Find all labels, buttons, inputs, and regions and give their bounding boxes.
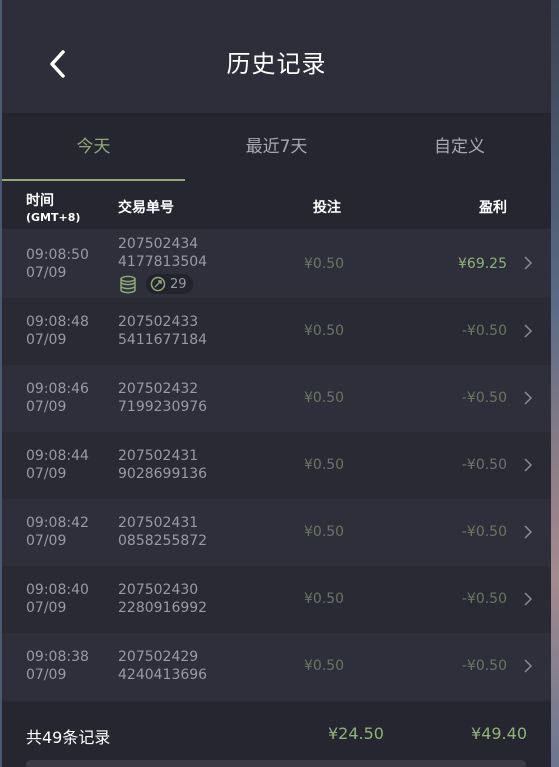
row-order-id: 207502431	[118, 448, 199, 464]
table-row[interactable]: 09:08:48 07/09 207502433 5411677184 ¥0.5…	[2, 298, 551, 365]
row-order-id-suffix: 5411677184	[118, 332, 208, 348]
total-profit: ¥49.40	[471, 724, 527, 743]
table-row[interactable]: 09:08:50 07/09 207502434 4177813504 29 ¥…	[2, 229, 551, 298]
row-time: 09:08:50	[26, 247, 89, 263]
row-order-id-suffix: 2280916992	[118, 600, 208, 616]
table-row[interactable]: 09:08:42 07/09 207502431 0858255872 ¥0.5…	[2, 499, 551, 566]
row-profit: ¥69.25	[458, 256, 507, 272]
row-order-id-suffix: 4177813504	[118, 254, 208, 270]
row-date: 07/09	[26, 533, 67, 549]
chevron-right-icon	[524, 592, 533, 606]
column-header-timezone: (GMT+8)	[26, 211, 81, 224]
row-date: 07/09	[26, 667, 67, 683]
history-screen: 历史记录 今天 最近7天 自定义 时间 (GMT+8) 交易单号 投注 盈利 0…	[2, 0, 551, 767]
chevron-right-icon	[524, 256, 533, 270]
tab-last-7-days[interactable]: 最近7天	[185, 113, 368, 181]
row-bet: ¥0.50	[304, 591, 345, 607]
row-date: 07/09	[26, 265, 67, 281]
chevron-right-icon	[524, 324, 533, 338]
row-order-id-suffix: 4240413696	[118, 667, 208, 683]
row-order-id: 207502433	[118, 314, 199, 330]
column-header-time-label: 时间	[26, 193, 54, 209]
row-order-id: 207502431	[118, 515, 199, 531]
row-time: 09:08:48	[26, 314, 89, 330]
row-order-id-suffix: 0858255872	[118, 533, 208, 549]
row-time: 09:08:40	[26, 582, 89, 598]
spin-icon	[150, 276, 166, 292]
bottom-sheet-handle	[26, 760, 526, 767]
row-order-id: 207502432	[118, 381, 199, 397]
chevron-right-icon	[524, 458, 533, 472]
row-time: 09:08:42	[26, 515, 89, 531]
row-bet: ¥0.50	[304, 457, 345, 473]
row-order-id: 207502430	[118, 582, 199, 598]
summary-footer: 共49条记录 ¥24.50 ¥49.40	[2, 702, 551, 767]
row-time: 09:08:46	[26, 381, 89, 397]
row-date: 07/09	[26, 466, 67, 482]
row-badges: 29	[118, 273, 193, 295]
tab-today[interactable]: 今天	[2, 113, 185, 181]
table-row[interactable]: 09:08:46 07/09 207502432 7199230976 ¥0.5…	[2, 365, 551, 432]
row-bet: ¥0.50	[304, 524, 345, 540]
column-header-order: 交易单号	[118, 200, 174, 216]
column-header-bet: 投注	[313, 200, 341, 216]
row-profit: -¥0.50	[461, 658, 507, 674]
coins-icon	[120, 275, 136, 294]
row-profit: -¥0.50	[461, 390, 507, 406]
row-order-id-suffix: 9028699136	[118, 466, 208, 482]
spin-count: 29	[170, 276, 187, 292]
row-order-id: 207502429	[118, 649, 199, 665]
chevron-right-icon	[524, 525, 533, 539]
row-date: 07/09	[26, 600, 67, 616]
chevron-right-icon	[524, 391, 533, 405]
table-row[interactable]: 09:08:40 07/09 207502430 2280916992 ¥0.5…	[2, 566, 551, 633]
history-list: 09:08:50 07/09 207502434 4177813504 29 ¥…	[2, 229, 551, 700]
total-records-label: 共49条记录	[26, 728, 111, 747]
header-bar: 历史记录	[2, 0, 551, 113]
row-order-id-suffix: 7199230976	[118, 399, 208, 415]
total-bet: ¥24.50	[328, 724, 384, 743]
row-bet: ¥0.50	[304, 390, 345, 406]
row-bet: ¥0.50	[304, 323, 345, 339]
column-header-time: 时间 (GMT+8)	[26, 190, 80, 224]
table-row[interactable]: 09:08:44 07/09 207502431 9028699136 ¥0.5…	[2, 432, 551, 499]
row-date: 07/09	[26, 332, 67, 348]
row-profit: -¥0.50	[461, 457, 507, 473]
row-order-id: 207502434	[118, 236, 199, 252]
row-date: 07/09	[26, 399, 67, 415]
row-bet: ¥0.50	[304, 256, 345, 272]
tab-custom[interactable]: 自定义	[368, 113, 551, 181]
row-profit: -¥0.50	[461, 591, 507, 607]
row-profit: -¥0.50	[461, 524, 507, 540]
table-row[interactable]: 09:08:38 07/09 207502429 4240413696 ¥0.5…	[2, 633, 551, 700]
row-time: 09:08:44	[26, 448, 89, 464]
chevron-right-icon	[524, 659, 533, 673]
page-title: 历史记录	[226, 50, 327, 78]
row-profit: -¥0.50	[461, 323, 507, 339]
spin-count-badge: 29	[146, 274, 193, 294]
column-header-profit: 盈利	[479, 200, 507, 216]
date-range-tabs: 今天 最近7天 自定义	[2, 113, 551, 181]
row-bet: ¥0.50	[304, 658, 345, 674]
row-time: 09:08:38	[26, 649, 89, 665]
table-header: 时间 (GMT+8) 交易单号 投注 盈利	[2, 181, 551, 229]
